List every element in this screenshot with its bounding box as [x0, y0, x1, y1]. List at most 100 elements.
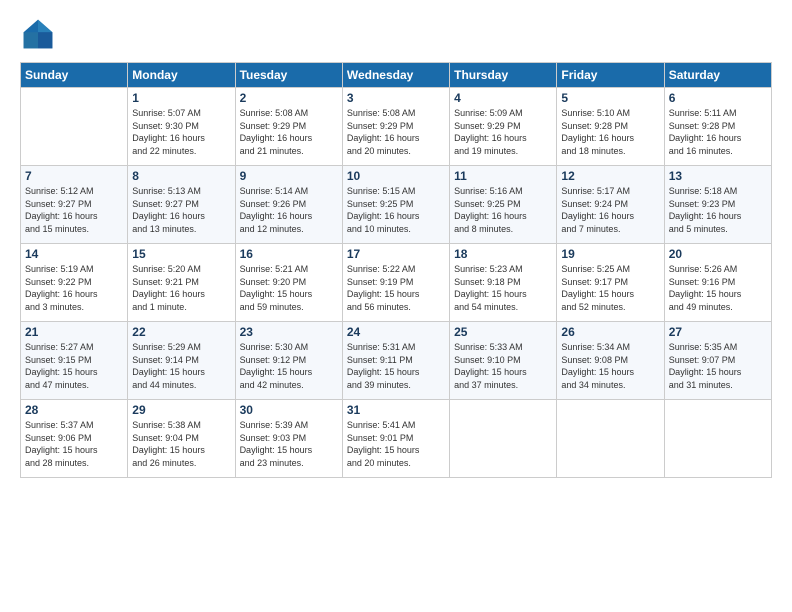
day-info: Sunrise: 5:07 AM Sunset: 9:30 PM Dayligh…: [132, 107, 230, 157]
day-number: 3: [347, 91, 445, 105]
day-number: 2: [240, 91, 338, 105]
day-info: Sunrise: 5:21 AM Sunset: 9:20 PM Dayligh…: [240, 263, 338, 313]
day-info: Sunrise: 5:16 AM Sunset: 9:25 PM Dayligh…: [454, 185, 552, 235]
day-info: Sunrise: 5:35 AM Sunset: 9:07 PM Dayligh…: [669, 341, 767, 391]
day-number: 9: [240, 169, 338, 183]
calendar-cell: 9 Sunrise: 5:14 AM Sunset: 9:26 PM Daylig…: [235, 166, 342, 244]
weekday-header-friday: Friday: [557, 63, 664, 88]
day-info: Sunrise: 5:14 AM Sunset: 9:26 PM Dayligh…: [240, 185, 338, 235]
day-number: 18: [454, 247, 552, 261]
day-number: 31: [347, 403, 445, 417]
day-number: 7: [25, 169, 123, 183]
calendar-cell: 16 Sunrise: 5:21 AM Sunset: 9:20 PM Dayli…: [235, 244, 342, 322]
week-row-2: 7 Sunrise: 5:12 AM Sunset: 9:27 PM Daylig…: [21, 166, 772, 244]
day-number: 12: [561, 169, 659, 183]
calendar-cell: 20Sunrise: 5:26 AM Sunset: 9:16 PM Dayli…: [664, 244, 771, 322]
day-info: Sunrise: 5:41 AM Sunset: 9:01 PM Dayligh…: [347, 419, 445, 469]
calendar-cell: 27Sunrise: 5:35 AM Sunset: 9:07 PM Dayli…: [664, 322, 771, 400]
calendar-cell: 18 Sunrise: 5:23 AM Sunset: 9:18 PM Dayli…: [450, 244, 557, 322]
calendar-cell: [664, 400, 771, 478]
day-number: 24: [347, 325, 445, 339]
calendar-cell: 7 Sunrise: 5:12 AM Sunset: 9:27 PM Daylig…: [21, 166, 128, 244]
weekday-header-wednesday: Wednesday: [342, 63, 449, 88]
calendar-cell: [557, 400, 664, 478]
calendar-cell: 26 Sunrise: 5:34 AM Sunset: 9:08 PM Dayli…: [557, 322, 664, 400]
day-number: 15: [132, 247, 230, 261]
calendar-cell: 6 Sunrise: 5:11 AM Sunset: 9:28 PM Daylig…: [664, 88, 771, 166]
week-row-3: 14 Sunrise: 5:19 AM Sunset: 9:22 PM Dayli…: [21, 244, 772, 322]
day-info: Sunrise: 5:08 AM Sunset: 9:29 PM Dayligh…: [347, 107, 445, 157]
calendar-table: SundayMondayTuesdayWednesdayThursdayFrid…: [20, 62, 772, 478]
day-info: Sunrise: 5:12 AM Sunset: 9:27 PM Dayligh…: [25, 185, 123, 235]
page-container: SundayMondayTuesdayWednesdayThursdayFrid…: [0, 0, 792, 488]
calendar-header: SundayMondayTuesdayWednesdayThursdayFrid…: [21, 63, 772, 88]
weekday-header-saturday: Saturday: [664, 63, 771, 88]
day-info: Sunrise: 5:18 AM Sunset: 9:23 PM Dayligh…: [669, 185, 767, 235]
day-info: Sunrise: 5:27 AM Sunset: 9:15 PM Dayligh…: [25, 341, 123, 391]
day-info: Sunrise: 5:31 AM Sunset: 9:11 PM Dayligh…: [347, 341, 445, 391]
calendar-cell: 30 Sunrise: 5:39 AM Sunset: 9:03 PM Dayli…: [235, 400, 342, 478]
day-info: Sunrise: 5:25 AM Sunset: 9:17 PM Dayligh…: [561, 263, 659, 313]
calendar-cell: [21, 88, 128, 166]
day-number: 13: [669, 169, 767, 183]
week-row-4: 21Sunrise: 5:27 AM Sunset: 9:15 PM Dayli…: [21, 322, 772, 400]
logo-icon: [20, 16, 56, 52]
weekday-header-sunday: Sunday: [21, 63, 128, 88]
day-info: Sunrise: 5:09 AM Sunset: 9:29 PM Dayligh…: [454, 107, 552, 157]
day-info: Sunrise: 5:37 AM Sunset: 9:06 PM Dayligh…: [25, 419, 123, 469]
day-number: 17: [347, 247, 445, 261]
day-info: Sunrise: 5:30 AM Sunset: 9:12 PM Dayligh…: [240, 341, 338, 391]
day-number: 5: [561, 91, 659, 105]
day-number: 23: [240, 325, 338, 339]
calendar-cell: 10 Sunrise: 5:15 AM Sunset: 9:25 PM Dayli…: [342, 166, 449, 244]
calendar-cell: 14 Sunrise: 5:19 AM Sunset: 9:22 PM Dayli…: [21, 244, 128, 322]
week-row-1: 1 Sunrise: 5:07 AM Sunset: 9:30 PM Daylig…: [21, 88, 772, 166]
calendar-cell: 28Sunrise: 5:37 AM Sunset: 9:06 PM Dayli…: [21, 400, 128, 478]
calendar-cell: 22Sunrise: 5:29 AM Sunset: 9:14 PM Dayli…: [128, 322, 235, 400]
day-number: 16: [240, 247, 338, 261]
day-info: Sunrise: 5:08 AM Sunset: 9:29 PM Dayligh…: [240, 107, 338, 157]
day-info: Sunrise: 5:19 AM Sunset: 9:22 PM Dayligh…: [25, 263, 123, 313]
day-number: 26: [561, 325, 659, 339]
day-number: 20: [669, 247, 767, 261]
logo: [20, 16, 62, 52]
calendar-cell: 31 Sunrise: 5:41 AM Sunset: 9:01 PM Dayli…: [342, 400, 449, 478]
calendar-cell: 8 Sunrise: 5:13 AM Sunset: 9:27 PM Daylig…: [128, 166, 235, 244]
day-info: Sunrise: 5:34 AM Sunset: 9:08 PM Dayligh…: [561, 341, 659, 391]
calendar-cell: 12 Sunrise: 5:17 AM Sunset: 9:24 PM Dayli…: [557, 166, 664, 244]
day-info: Sunrise: 5:13 AM Sunset: 9:27 PM Dayligh…: [132, 185, 230, 235]
calendar-cell: 1 Sunrise: 5:07 AM Sunset: 9:30 PM Daylig…: [128, 88, 235, 166]
calendar-cell: 21Sunrise: 5:27 AM Sunset: 9:15 PM Dayli…: [21, 322, 128, 400]
day-number: 8: [132, 169, 230, 183]
calendar-cell: 2 Sunrise: 5:08 AM Sunset: 9:29 PM Daylig…: [235, 88, 342, 166]
day-info: Sunrise: 5:38 AM Sunset: 9:04 PM Dayligh…: [132, 419, 230, 469]
day-number: 22: [132, 325, 230, 339]
calendar-cell: 15 Sunrise: 5:20 AM Sunset: 9:21 PM Dayli…: [128, 244, 235, 322]
day-info: Sunrise: 5:20 AM Sunset: 9:21 PM Dayligh…: [132, 263, 230, 313]
calendar-cell: 13 Sunrise: 5:18 AM Sunset: 9:23 PM Dayli…: [664, 166, 771, 244]
day-number: 14: [25, 247, 123, 261]
calendar-cell: 3 Sunrise: 5:08 AM Sunset: 9:29 PM Daylig…: [342, 88, 449, 166]
calendar-cell: 24 Sunrise: 5:31 AM Sunset: 9:11 PM Dayli…: [342, 322, 449, 400]
day-number: 10: [347, 169, 445, 183]
day-info: Sunrise: 5:23 AM Sunset: 9:18 PM Dayligh…: [454, 263, 552, 313]
day-number: 6: [669, 91, 767, 105]
day-number: 25: [454, 325, 552, 339]
day-number: 11: [454, 169, 552, 183]
calendar-cell: 23 Sunrise: 5:30 AM Sunset: 9:12 PM Dayli…: [235, 322, 342, 400]
day-info: Sunrise: 5:11 AM Sunset: 9:28 PM Dayligh…: [669, 107, 767, 157]
day-info: Sunrise: 5:39 AM Sunset: 9:03 PM Dayligh…: [240, 419, 338, 469]
day-info: Sunrise: 5:17 AM Sunset: 9:24 PM Dayligh…: [561, 185, 659, 235]
calendar-cell: 29 Sunrise: 5:38 AM Sunset: 9:04 PM Dayli…: [128, 400, 235, 478]
header: [20, 16, 772, 52]
day-number: 4: [454, 91, 552, 105]
day-number: 1: [132, 91, 230, 105]
weekday-header-thursday: Thursday: [450, 63, 557, 88]
day-info: Sunrise: 5:15 AM Sunset: 9:25 PM Dayligh…: [347, 185, 445, 235]
day-number: 30: [240, 403, 338, 417]
day-info: Sunrise: 5:22 AM Sunset: 9:19 PM Dayligh…: [347, 263, 445, 313]
calendar-body: 1 Sunrise: 5:07 AM Sunset: 9:30 PM Daylig…: [21, 88, 772, 478]
day-number: 29: [132, 403, 230, 417]
day-info: Sunrise: 5:10 AM Sunset: 9:28 PM Dayligh…: [561, 107, 659, 157]
calendar-cell: 4 Sunrise: 5:09 AM Sunset: 9:29 PM Daylig…: [450, 88, 557, 166]
